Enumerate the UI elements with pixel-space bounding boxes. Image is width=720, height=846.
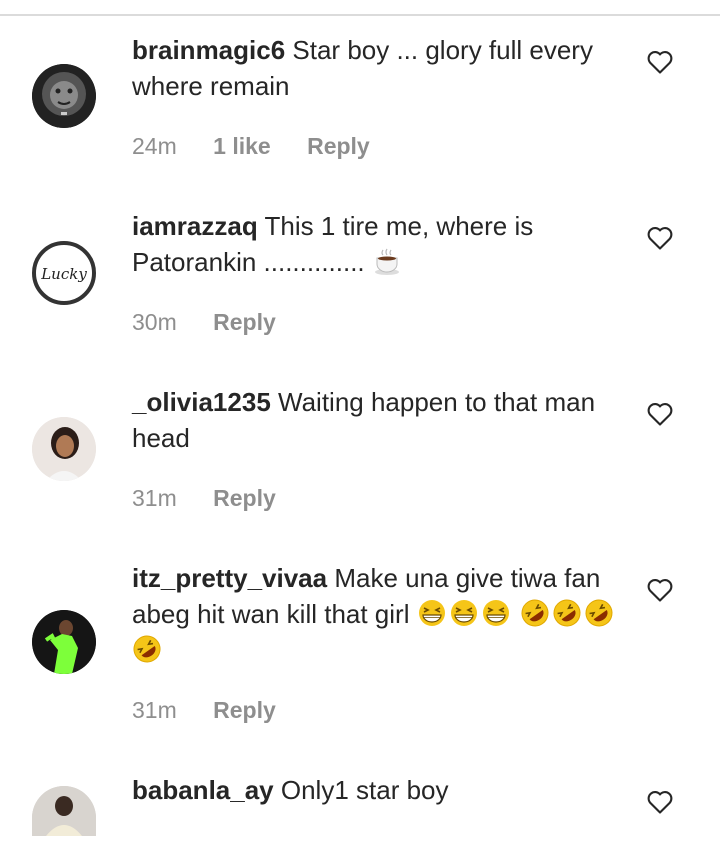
- comment-text: babanla_ay Only1 star boy: [132, 772, 622, 808]
- reply-button[interactable]: Reply: [307, 133, 370, 160]
- avatar[interactable]: [32, 64, 96, 128]
- top-divider: [0, 14, 720, 16]
- coffee-cup-icon: [374, 248, 399, 275]
- woman-green-dress-avatar-icon: [32, 610, 96, 674]
- username[interactable]: iamrazzaq: [132, 211, 258, 241]
- lion-avatar-icon: [32, 64, 96, 128]
- grinning-squint-emoji-icon: [450, 600, 477, 626]
- grinning-emoji-group: [417, 599, 520, 629]
- heart-icon[interactable]: [646, 401, 674, 427]
- person-avatar-icon: [32, 786, 96, 836]
- reply-button[interactable]: Reply: [213, 309, 276, 336]
- reply-button[interactable]: Reply: [213, 485, 276, 512]
- comment-text: itz_pretty_vivaa Make una give tiwa fan …: [132, 560, 622, 668]
- timestamp: 31m: [132, 697, 177, 723]
- heart-icon[interactable]: [646, 49, 674, 75]
- username[interactable]: babanla_ay: [132, 775, 274, 805]
- avatar[interactable]: [32, 610, 96, 674]
- rofl-emoji-icon: [585, 599, 613, 627]
- username[interactable]: _olivia1235: [132, 387, 271, 417]
- timestamp: 30m: [132, 309, 177, 335]
- lucky-logo-text: Lucky: [40, 265, 87, 283]
- heart-icon[interactable]: [646, 577, 674, 603]
- comment-meta: 31m Reply: [132, 697, 306, 724]
- comment-text: brainmagic6 Star boy ... glory full ever…: [132, 32, 622, 104]
- avatar[interactable]: [32, 786, 96, 836]
- heart-icon[interactable]: [646, 789, 674, 815]
- comment-meta: 30m Reply: [132, 309, 306, 336]
- woman-avatar-icon: [32, 417, 96, 481]
- comment-meta: 24m 1 like Reply: [132, 133, 400, 160]
- grinning-squint-emoji-icon: [418, 600, 445, 626]
- timestamp: 31m: [132, 485, 177, 511]
- avatar[interactable]: [32, 417, 96, 481]
- avatar[interactable]: Lucky: [32, 241, 96, 305]
- grinning-squint-emoji-icon: [482, 600, 509, 626]
- likes-count[interactable]: 1 like: [213, 133, 271, 160]
- username[interactable]: itz_pretty_vivaa: [132, 563, 327, 593]
- rofl-emoji-icon: [553, 599, 581, 627]
- reply-button[interactable]: Reply: [213, 697, 276, 724]
- timestamp: 24m: [132, 133, 177, 159]
- heart-icon[interactable]: [646, 225, 674, 251]
- rofl-emoji-icon: [133, 635, 161, 663]
- username[interactable]: brainmagic6: [132, 35, 285, 65]
- comment-meta: 31m Reply: [132, 485, 306, 512]
- comment-text: iamrazzaq This 1 tire me, where is Pator…: [132, 208, 622, 280]
- rofl-emoji-icon: [521, 599, 549, 627]
- comment-body: Only1 star boy: [280, 775, 449, 805]
- comment-text: _olivia1235 Waiting happen to that man h…: [132, 384, 622, 456]
- lucky-logo-icon: Lucky: [40, 265, 87, 283]
